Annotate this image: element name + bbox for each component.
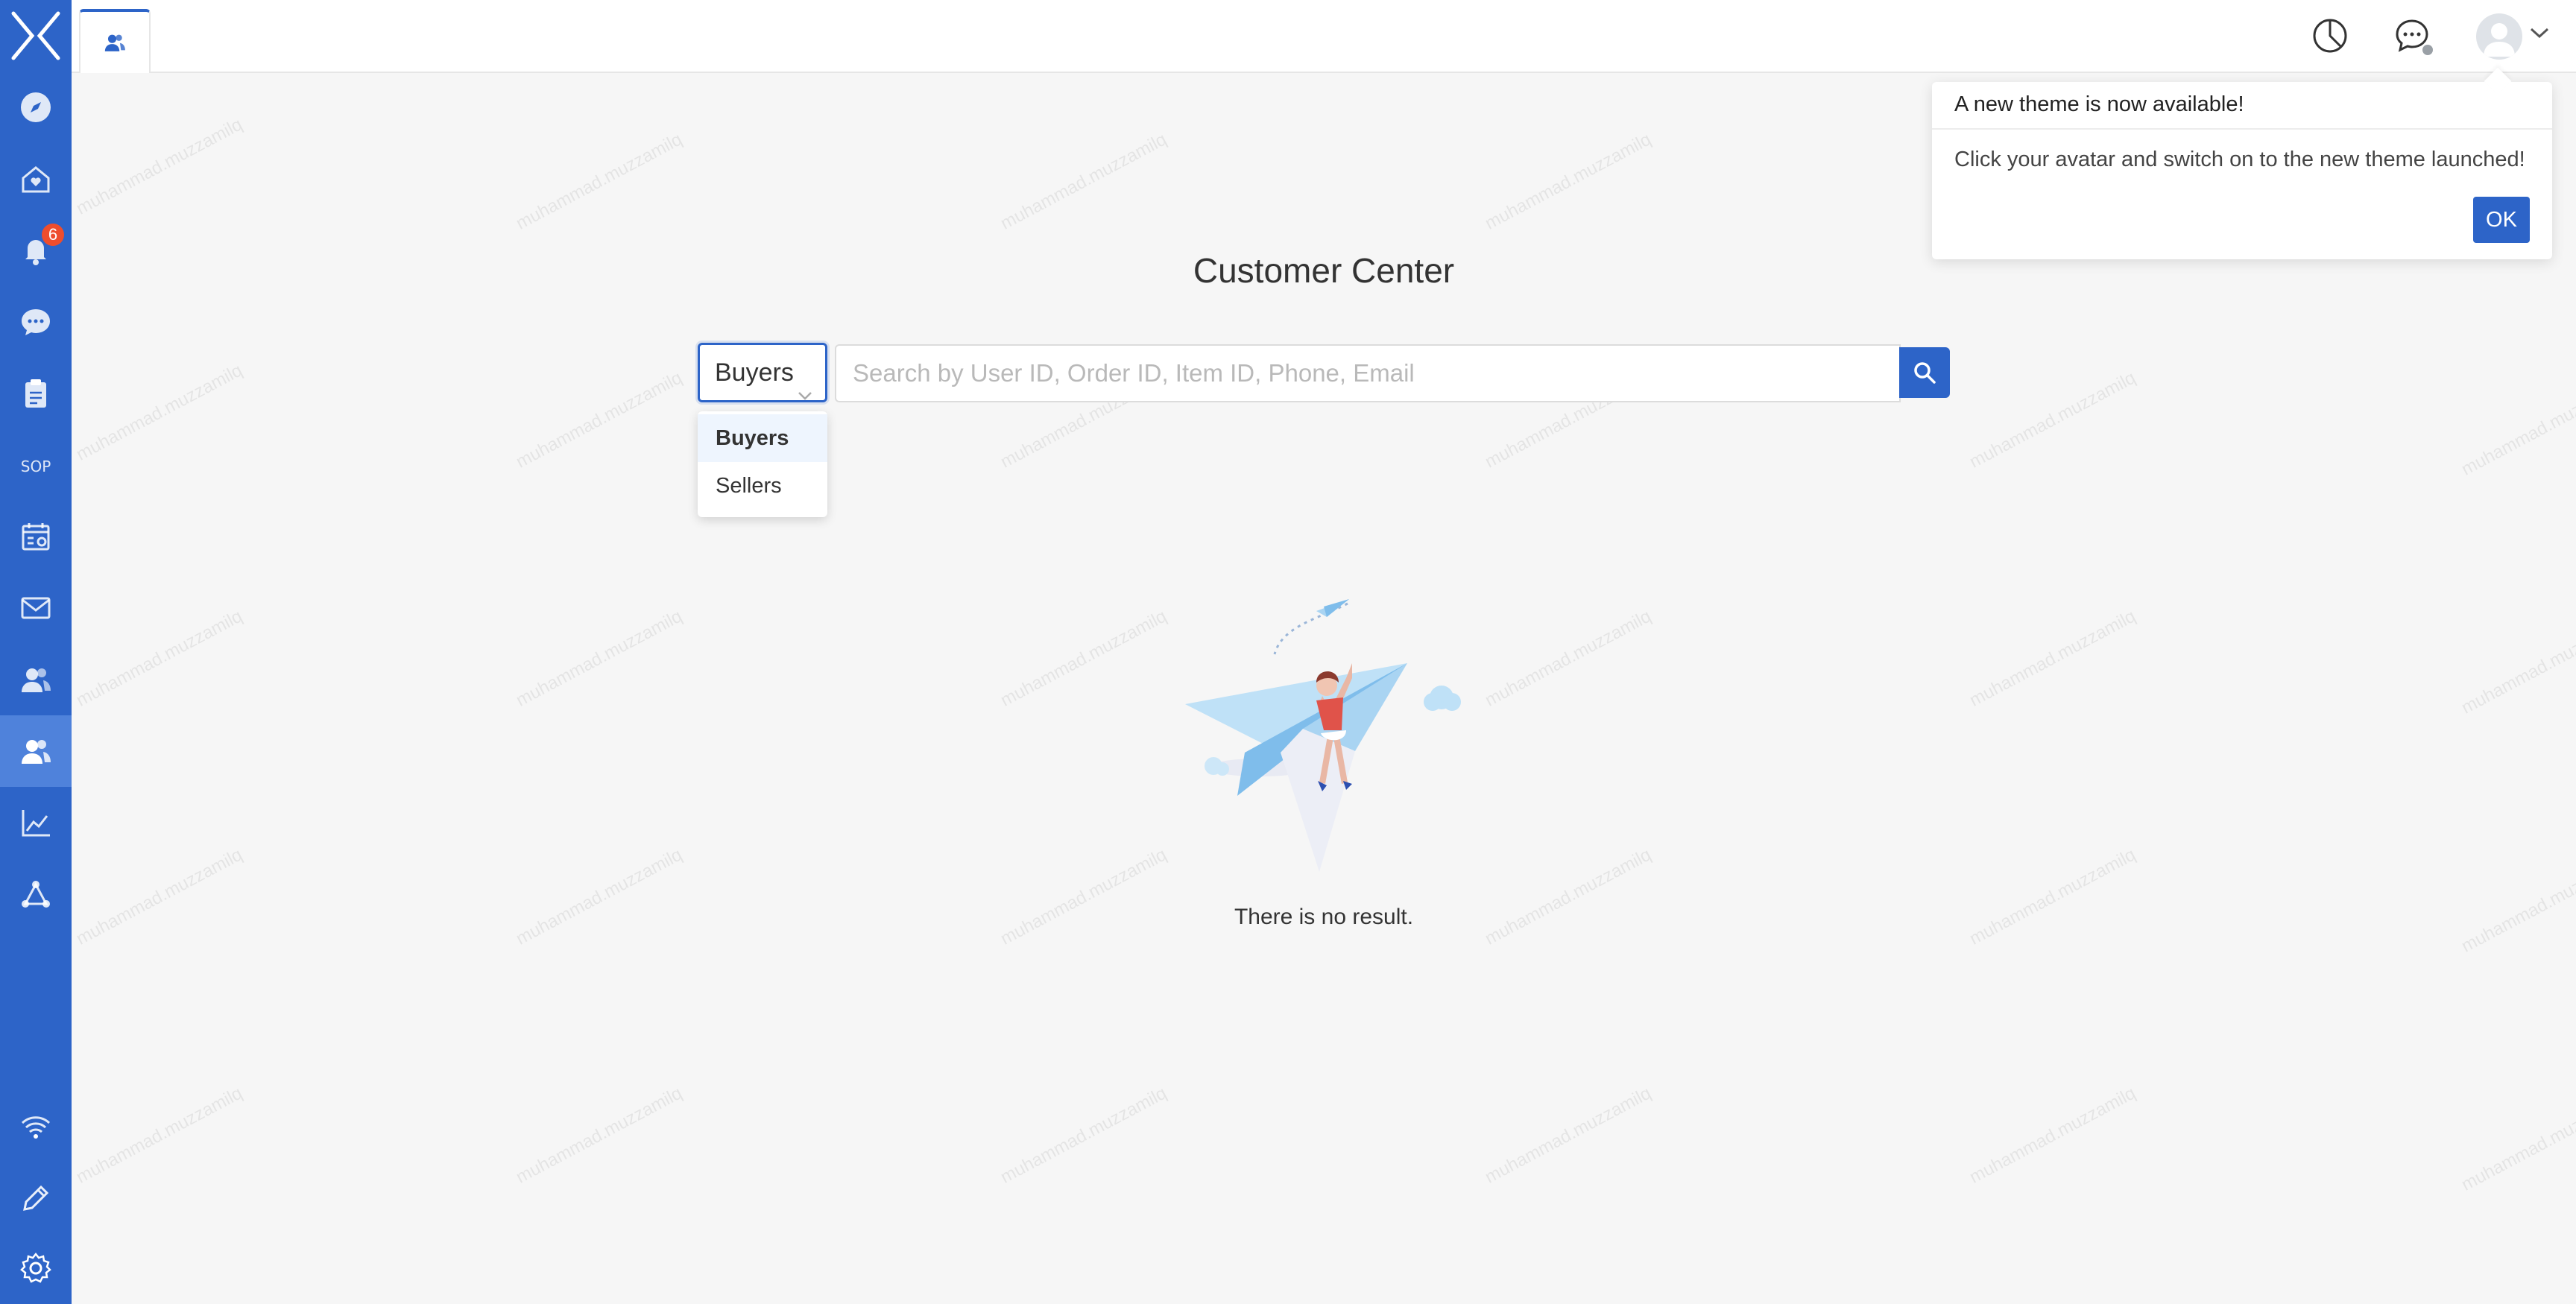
network-icon[interactable] [0,858,72,930]
search-button[interactable] [1899,347,1950,398]
watermark: muhammad.muzzamilq [1966,606,2139,711]
watermark: muhammad.muzzamilq [997,606,1170,711]
customer-icon [104,34,125,51]
watermark: muhammad.muzzamilq [1481,1083,1655,1188]
watermark: muhammad.muzzamilq [1966,844,2139,949]
watermark: muhammad.muzzamilq [2457,1090,2576,1195]
user-type-dropdown: Buyers Sellers [698,411,827,517]
watermark: muhammad.muzzamilq [512,606,686,711]
chevron-down-icon[interactable] [2528,25,2551,44]
watermark: muhammad.muzzamilq [512,844,686,949]
ok-button[interactable]: OK [2473,197,2530,243]
watermark: muhammad.muzzamilq [512,1083,686,1188]
watermark: muhammad.muzzamilq [2457,375,2576,480]
search-input[interactable] [835,344,1901,402]
popover-body: Click your avatar and switch on to the n… [1954,148,2525,171]
pencil-icon[interactable] [0,1162,72,1234]
dropdown-option-buyers[interactable]: Buyers [698,414,827,462]
watermark: muhammad.muzzamilq [72,114,246,219]
watermark: muhammad.muzzamilq [997,844,1170,949]
popover-title: A new theme is now available! [1954,92,2244,116]
tab-customer-center[interactable] [79,9,151,73]
notification-badge: 6 [42,224,64,246]
user-type-select[interactable]: Buyers [698,343,827,402]
customer-center-icon[interactable] [0,715,72,787]
paper-plane-illustration [1170,574,1483,887]
search-icon [1914,362,1936,384]
watermark: muhammad.muzzamilq [512,367,686,472]
dropdown-option-sellers[interactable]: Sellers [698,462,827,510]
watermark: muhammad.muzzamilq [2457,852,2576,957]
divider [1932,128,2552,130]
calendar-icon[interactable] [0,501,72,572]
watermark: muhammad.muzzamilq [1481,606,1655,711]
sop-icon[interactable]: SOP [0,429,72,501]
gear-icon[interactable] [0,1232,72,1304]
mail-icon[interactable] [0,572,72,644]
pie-chart-icon[interactable] [2309,15,2351,57]
bell-icon[interactable]: 6 [0,215,72,286]
empty-state-text: There is no result. [1234,905,1414,929]
sop-label: SOP [21,458,51,475]
logo-icon[interactable] [7,7,64,64]
watermark: muhammad.muzzamilq [72,844,246,949]
chat-icon[interactable] [0,286,72,358]
users-icon[interactable] [0,644,72,715]
watermark: muhammad.muzzamilq [72,606,246,711]
clipboard-icon[interactable] [0,358,72,429]
page-title: Customer Center [1193,251,1455,290]
home-heart-icon[interactable] [0,143,72,215]
watermark: muhammad.muzzamilq [997,1083,1170,1188]
wifi-icon[interactable] [0,1091,72,1162]
top-bar [72,0,2576,73]
watermark: muhammad.muzzamilq [2457,613,2576,718]
avatar[interactable] [2476,13,2522,60]
watermark: muhammad.muzzamilq [1481,844,1655,949]
watermark: muhammad.muzzamilq [1966,367,2139,472]
watermark: muhammad.muzzamilq [1966,1083,2139,1188]
watermark: muhammad.muzzamilq [1481,129,1655,234]
sidebar: 6 SOP [0,0,72,1304]
chat-bubble-icon[interactable] [2391,15,2433,57]
watermark: muhammad.muzzamilq [512,129,686,234]
select-value: Buyers [715,358,794,387]
watermark: muhammad.muzzamilq [997,129,1170,234]
compass-icon[interactable] [0,72,72,143]
status-dot [2422,45,2433,55]
watermark: muhammad.muzzamilq [72,1083,246,1188]
chart-icon[interactable] [0,787,72,858]
watermark: muhammad.muzzamilq [72,360,246,465]
new-theme-popover: A new theme is now available! Click your… [1932,82,2552,259]
